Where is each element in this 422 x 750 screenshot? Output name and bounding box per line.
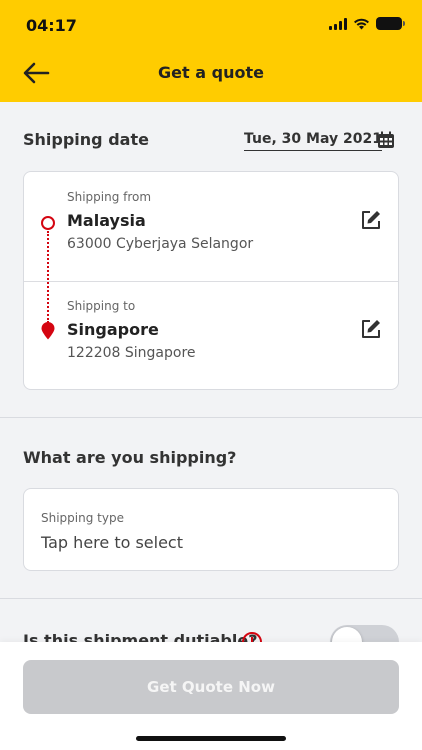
shipping-date-value[interactable]: Tue, 30 May 2021	[244, 131, 382, 151]
calendar-icon[interactable]	[377, 131, 395, 149]
bottom-action-bar: Get Quote Now	[0, 642, 422, 750]
shipping-type-placeholder: Tap here to select	[41, 533, 183, 552]
location-pin-icon	[41, 322, 55, 340]
battery-icon	[376, 17, 405, 30]
status-time: 04:17	[26, 16, 77, 35]
edit-from-icon[interactable]	[360, 209, 382, 231]
app-header: 04:17 Get a quote	[0, 0, 422, 102]
shipping-from-label: Shipping from	[67, 190, 152, 204]
shipping-type-label: Shipping type	[41, 511, 124, 525]
route-divider	[24, 281, 398, 282]
shipping-section-heading: What are you shipping?	[23, 448, 237, 467]
section-divider	[0, 598, 422, 599]
shipping-to-country: Singapore	[67, 320, 159, 339]
wifi-icon	[354, 18, 369, 29]
shipping-date-label: Shipping date	[23, 130, 149, 149]
get-quote-button[interactable]: Get Quote Now	[23, 660, 399, 714]
origin-dot-icon	[41, 216, 55, 230]
section-divider	[0, 417, 422, 418]
home-indicator	[136, 736, 286, 741]
shipping-from-country: Malaysia	[67, 211, 146, 230]
shipping-type-field[interactable]: Shipping type Tap here to select	[23, 488, 399, 571]
edit-to-icon[interactable]	[360, 318, 382, 340]
shipping-to-label: Shipping to	[67, 299, 136, 313]
route-card: Shipping from Malaysia 63000 Cyberjaya S…	[23, 171, 399, 390]
shipping-to-address: 122208 Singapore	[67, 345, 196, 361]
signal-icon	[329, 17, 347, 30]
shipping-from-address: 63000 Cyberjaya Selangor	[67, 236, 254, 252]
page-title: Get a quote	[158, 63, 264, 82]
route-line	[47, 231, 49, 323]
status-icons	[329, 17, 405, 30]
